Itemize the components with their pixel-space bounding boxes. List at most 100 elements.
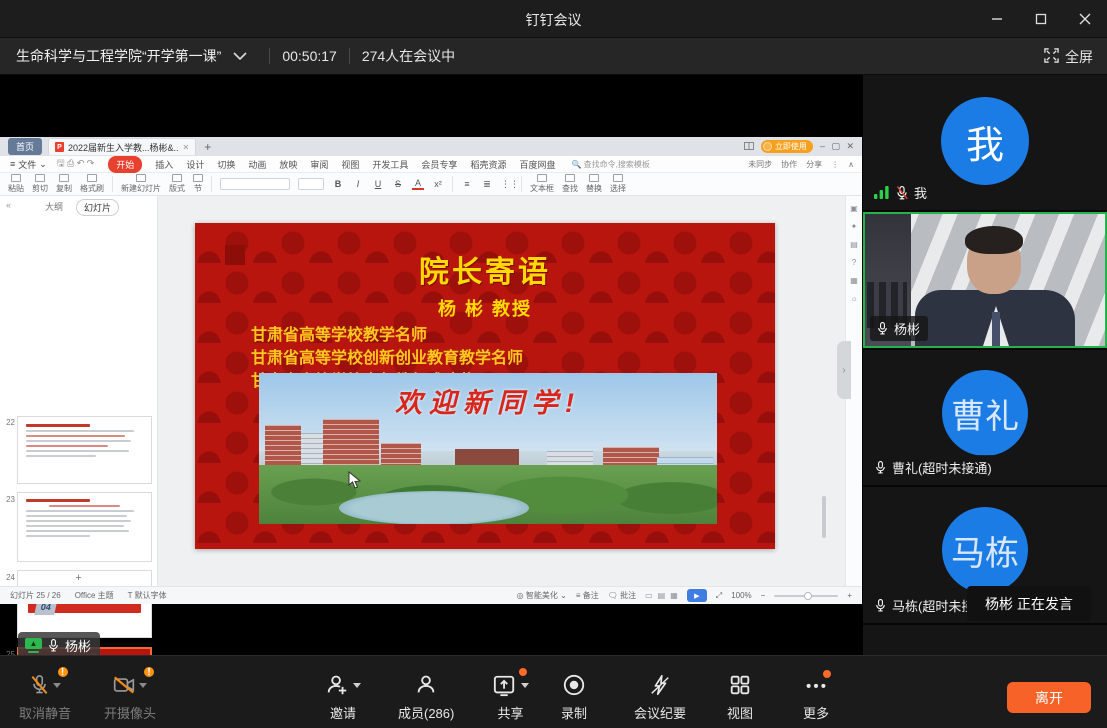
meeting-minutes-button[interactable]: 会议纪要	[634, 672, 686, 722]
format-painter-button[interactable]: 格式刷	[80, 174, 104, 194]
layout-icon[interactable]	[744, 142, 754, 152]
speaking-toast: 杨彬 正在发言	[967, 586, 1091, 621]
strikethrough-button[interactable]: S	[392, 179, 404, 189]
layout-button[interactable]: 版式	[169, 174, 185, 194]
image-pane-icon[interactable]: ▦	[850, 276, 858, 285]
canvas-scrollbar[interactable]	[822, 496, 826, 538]
view-mode-icons[interactable]: ▭▤▦	[645, 591, 678, 600]
bold-button[interactable]: B	[332, 179, 344, 189]
wps-document-tab[interactable]: P 2022届新生入学教...杨彬&.. ✕	[48, 138, 196, 155]
expand-pane-handle[interactable]: ›	[837, 341, 851, 399]
wps-search[interactable]: 🔍 查找命令,搜索模板	[571, 159, 649, 170]
share-screen-button[interactable]: 共享	[492, 672, 529, 722]
caret-down-icon[interactable]	[353, 683, 361, 688]
more-menu-icon[interactable]: ⋮	[831, 160, 839, 169]
ribbon-tab-home[interactable]: 开始	[108, 156, 142, 173]
zoom-slider[interactable]	[774, 595, 838, 597]
leave-meeting-button[interactable]: 离开	[1007, 682, 1091, 713]
font-name-select[interactable]	[220, 178, 290, 190]
italic-button[interactable]: I	[352, 179, 364, 189]
font-color-button[interactable]: A	[412, 178, 424, 190]
align-left-icon[interactable]: ≡	[461, 179, 473, 189]
new-tab-button[interactable]: +	[204, 140, 211, 154]
maximize-button[interactable]	[1019, 0, 1063, 38]
ribbon-tab-transition[interactable]: 切换	[217, 158, 235, 171]
collab-button[interactable]: 协作	[781, 159, 797, 170]
wps-home-tab[interactable]: 首页	[8, 138, 42, 155]
view-layout-button[interactable]: 视图	[727, 672, 753, 722]
comments-button[interactable]: 🗨 批注	[608, 590, 636, 601]
zoom-out-button[interactable]: −	[761, 591, 766, 600]
theme-name: Office 主题	[75, 590, 114, 601]
minimize-button[interactable]	[975, 0, 1019, 38]
bullet-list-icon[interactable]: ⋮⋮	[501, 179, 513, 190]
ribbon-tab-view[interactable]: 视图	[341, 158, 359, 171]
zoom-slider-knob[interactable]	[804, 592, 812, 600]
unmute-button[interactable]: ! 取消静音	[19, 672, 71, 722]
ribbon-tab-slideshow[interactable]: 放映	[279, 158, 297, 171]
share-doc-button[interactable]: 分享	[806, 159, 822, 170]
record-button[interactable]: 录制	[561, 672, 587, 722]
align-center-icon[interactable]: ≣	[481, 179, 493, 190]
properties-icon[interactable]: ▣	[850, 204, 858, 213]
find-button[interactable]: 查找	[562, 174, 578, 194]
fit-zoom-icon[interactable]: ⤢	[716, 591, 722, 601]
slide-thumbnail-23[interactable]	[17, 492, 152, 562]
font-size-select[interactable]	[298, 178, 324, 190]
divider	[452, 176, 453, 192]
ribbon-tab-review[interactable]: 审阅	[310, 158, 328, 171]
help-icon[interactable]: ?	[852, 258, 856, 267]
chevron-down-icon[interactable]	[233, 52, 247, 61]
members-button[interactable]: 成员(286)	[398, 672, 454, 722]
muted-mic-icon	[30, 674, 49, 696]
ribbon-tab-member[interactable]: 会员专享	[421, 158, 457, 171]
slide-thumbnail-22[interactable]	[17, 416, 152, 484]
caret-down-icon[interactable]	[139, 683, 147, 688]
wps-document-title: 2022届新生入学教...杨彬&..	[68, 141, 179, 154]
beautify-icon[interactable]: ✦	[851, 222, 858, 231]
ribbon-tab-netdisk[interactable]: 百度网盘	[519, 158, 555, 171]
more-button[interactable]: 更多	[803, 672, 829, 722]
participant-tile-speaker[interactable]: 杨彬	[863, 212, 1107, 348]
animation-pane-icon[interactable]: ▤	[850, 240, 858, 249]
notes-button[interactable]: ≡ 备注	[576, 590, 599, 601]
sync-status[interactable]: 未同步	[748, 159, 772, 170]
invite-button[interactable]: 邀请	[325, 672, 361, 722]
caret-down-icon[interactable]	[521, 683, 529, 688]
participant-tile-caoli[interactable]: 曹礼 曹礼(超时未接通)	[863, 350, 1107, 485]
fullscreen-button[interactable]: 全屏	[1044, 38, 1093, 75]
ribbon-tab-animation[interactable]: 动画	[248, 158, 266, 171]
ribbon-tab-insert[interactable]: 插入	[155, 158, 173, 171]
file-menu[interactable]: ≡ 文件 ⌄	[10, 158, 47, 171]
slides-tab[interactable]: 幻灯片	[76, 199, 119, 216]
quick-access-icons[interactable]: 🖫 ⎙ ↶ ↷	[57, 156, 94, 172]
camera-on-button[interactable]: ! 开摄像头	[104, 672, 156, 722]
section-button[interactable]: 节	[193, 174, 203, 194]
add-slide-button[interactable]: +	[0, 572, 157, 584]
use-now-pill[interactable]: 立即使用	[761, 140, 813, 153]
collapse-ribbon-icon[interactable]: ∧	[848, 160, 854, 169]
superscript-button[interactable]: x²	[432, 179, 444, 189]
copy-button[interactable]: 复制	[56, 174, 72, 194]
play-slideshow-button[interactable]: ▶	[687, 589, 707, 602]
beautify-button[interactable]: ◎ 智能美化 ⌄	[517, 590, 567, 601]
ribbon-tab-devtools[interactable]: 开发工具	[372, 158, 408, 171]
participant-tile-me[interactable]: 我 我	[863, 75, 1107, 210]
cut-button[interactable]: 剪切	[32, 174, 48, 194]
zoom-in-button[interactable]: +	[847, 591, 852, 600]
outline-tab[interactable]: 大纲	[38, 199, 70, 216]
new-slide-button[interactable]: 新建幻灯片	[121, 174, 161, 194]
replace-button[interactable]: 替换	[586, 174, 602, 194]
current-slide[interactable]: 院长寄语 杨 彬 教授 甘肃省高等学校教学名师 甘肃省高等学校创新创业教育教学名…	[195, 223, 775, 549]
underline-button[interactable]: U	[372, 179, 384, 189]
ribbon-tab-docer[interactable]: 稻壳资源	[470, 158, 506, 171]
wps-min-max-close[interactable]: – ▢ ✕	[820, 141, 856, 152]
select-button[interactable]: 选择	[610, 174, 626, 194]
paste-button[interactable]: 粘贴	[8, 174, 24, 194]
tips-icon[interactable]: ☼	[850, 294, 857, 303]
caret-down-icon[interactable]	[53, 683, 61, 688]
close-button[interactable]	[1063, 0, 1107, 38]
textbox-button[interactable]: 文本框	[530, 174, 554, 194]
ribbon-tab-design[interactable]: 设计	[186, 158, 204, 171]
close-tab-icon[interactable]: ✕	[183, 143, 190, 152]
